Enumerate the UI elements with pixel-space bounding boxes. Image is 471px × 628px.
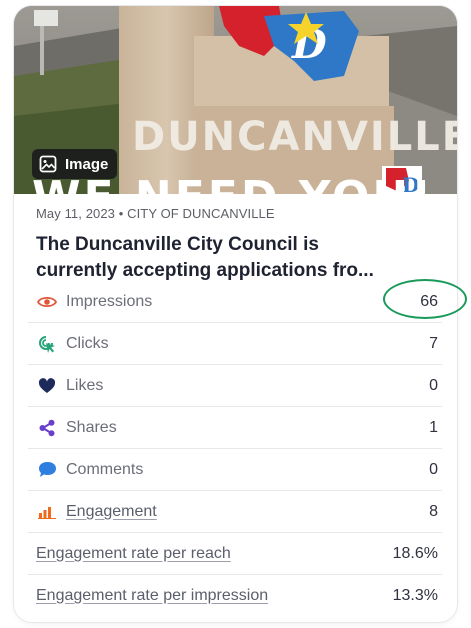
metric-row-comments: Comments 0 (28, 449, 442, 491)
heart-icon (36, 375, 58, 397)
rate-value: 13.3% (392, 586, 438, 604)
metric-label: Likes (66, 376, 104, 394)
image-icon (39, 155, 57, 173)
impressions-highlight-annotation (383, 279, 467, 319)
hero-sign-text: DUNCANVILLE (132, 114, 457, 160)
post-title-line-1: The Duncanville City Council is (36, 234, 319, 255)
metric-row-engagement[interactable]: Engagement 8 (28, 491, 442, 533)
bar-chart-icon (36, 501, 58, 523)
comment-icon (36, 459, 58, 481)
metric-value: 8 (429, 502, 438, 520)
metric-value: 0 (429, 376, 438, 394)
share-icon (36, 417, 58, 439)
post-meta: May 11, 2023 • CITY OF DUNCANVILLE (36, 206, 275, 221)
metric-label: Clicks (66, 334, 109, 352)
metric-row-likes: Likes 0 (28, 365, 442, 407)
post-image[interactable]: D D DUNCANVILLE WE NEED YOU! Image (14, 6, 457, 194)
image-type-badge: Image (32, 149, 118, 179)
metric-value: 0 (429, 460, 438, 478)
engagement-link[interactable]: Engagement (66, 503, 157, 521)
image-badge-label: Image (65, 155, 109, 173)
post-title[interactable]: The Duncanville City Council is currentl… (36, 232, 446, 284)
metric-row-shares: Shares 1 (28, 407, 442, 449)
post-card: D D DUNCANVILLE WE NEED YOU! Image May 1… (14, 6, 457, 622)
metric-value: 7 (429, 334, 438, 352)
metric-value: 1 (429, 418, 438, 436)
rate-row-reach: Engagement rate per reach 18.6% (28, 533, 442, 575)
metric-row-impressions: Impressions 66 (28, 281, 442, 323)
metric-row-clicks: Clicks 7 (28, 323, 442, 365)
rate-row-impression: Engagement rate per impression 13.3% (28, 575, 442, 616)
metric-label: Shares (66, 418, 117, 436)
metrics-list: Impressions 66 Clicks 7 Likes 0 Shares 1… (28, 281, 442, 616)
click-cursor-icon (36, 333, 58, 355)
metric-label: Comments (66, 460, 144, 478)
eye-icon (36, 291, 58, 313)
engagement-rate-impression-link[interactable]: Engagement rate per impression (36, 587, 268, 605)
metric-label: Impressions (66, 292, 153, 310)
rate-value: 18.6% (392, 544, 438, 562)
engagement-rate-reach-link[interactable]: Engagement rate per reach (36, 545, 231, 563)
